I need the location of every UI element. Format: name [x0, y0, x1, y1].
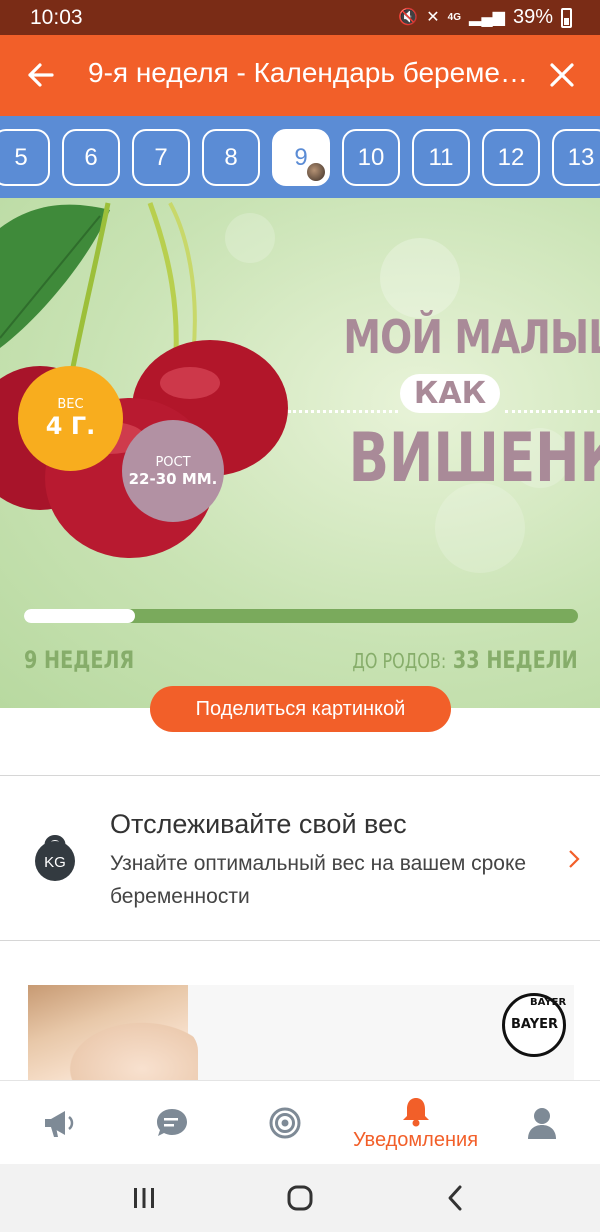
recent-apps-icon [134, 1188, 154, 1208]
home-icon [287, 1185, 313, 1211]
wifi-off-icon: ✕ [426, 8, 440, 26]
mute-icon: 🔇 [398, 8, 419, 26]
nav-chat[interactable] [132, 1081, 212, 1165]
divider [0, 775, 600, 776]
megaphone-icon [45, 1111, 74, 1137]
close-icon [550, 63, 574, 87]
chevron-right-icon [568, 849, 580, 875]
week-tab-10[interactable]: 10 [342, 129, 400, 186]
avatar [306, 162, 326, 182]
week-illustration: ВЕС 4 Г. РОСТ 22-30 ММ. МОЙ МАЛЫШ КАК ВИ… [0, 198, 600, 708]
bell-icon [402, 1097, 429, 1126]
current-week-label: 9 НЕДЕЛЯ [24, 646, 135, 674]
week-tab-9-active[interactable]: 9 [272, 129, 330, 186]
bottom-navigation: Уведомления [0, 1080, 600, 1164]
hero-title-kak: КАК [399, 374, 501, 413]
hero-title: МОЙ МАЛЫШ КАК ВИШЕНКА [320, 310, 600, 498]
chat-icon [157, 1109, 187, 1136]
to-birth-value: 33 НЕДЕЛИ [453, 646, 578, 674]
week-tab-6[interactable]: 6 [62, 129, 120, 186]
nav-notifications-label: Уведомления [352, 1128, 479, 1151]
recent-apps-button[interactable] [124, 1180, 164, 1216]
week-tab-8[interactable]: 8 [202, 129, 260, 186]
status-icons: 🔇 ✕ 4G ▂▄▆ 39% [398, 6, 572, 29]
nav-notifications[interactable]: Уведомления [338, 1081, 493, 1165]
ad-banner[interactable]: BAYER BAYER [28, 985, 574, 1085]
signal-icon: ▂▄▆ [469, 8, 505, 26]
svg-text:KG: KG [44, 854, 66, 871]
status-bar: 10:03 🔇 ✕ 4G ▂▄▆ 39% [0, 0, 600, 35]
week-tab-7[interactable]: 7 [132, 129, 190, 186]
weight-label: ВЕС [57, 397, 84, 412]
kettlebell-icon: KG [35, 835, 75, 881]
to-birth-label: ДО РОДОВ: [352, 649, 447, 673]
weeks-to-birth: ДО РОДОВ: 33 НЕДЕЛИ [353, 646, 578, 674]
hero-title-line3: ВИШЕНКА [348, 419, 600, 498]
app-header: 9-я неделя - Календарь беременности [0, 35, 600, 116]
bayer-logo-vertical: BAYER [530, 997, 567, 1008]
page-title: 9-я неделя - Календарь беременности [88, 57, 528, 88]
close-button[interactable] [540, 53, 584, 97]
weeks-selector: 5 6 7 8 9 10 11 12 13 [0, 116, 600, 198]
system-back-button[interactable] [436, 1180, 476, 1216]
bayer-logo-horizontal: BAYER [511, 1017, 559, 1032]
weight-card-subtitle: Узнайте оптимальный вес на вашем сроке б… [110, 852, 527, 908]
status-time: 10:03 [30, 6, 83, 29]
pregnancy-progress-fill [24, 609, 135, 623]
week-tab-5[interactable]: 5 [0, 129, 50, 186]
share-image-button[interactable]: Поделиться картинкой [150, 686, 451, 732]
divider [0, 940, 600, 941]
week-tab-11[interactable]: 11 [412, 129, 470, 186]
network-type: 4G [447, 12, 462, 23]
height-label: РОСТ [155, 454, 191, 470]
weight-value: 4 Г. [45, 412, 96, 440]
pregnancy-progress-bar [24, 609, 578, 623]
target-icon [269, 1107, 301, 1139]
arrow-left-icon [28, 63, 54, 87]
user-icon [528, 1108, 556, 1139]
battery-percent: 39% [512, 6, 553, 28]
weight-card-title: Отслеживайте свой вес [110, 809, 407, 839]
bayer-logo: BAYER BAYER [502, 993, 566, 1057]
nav-target[interactable] [245, 1081, 325, 1165]
battery-icon [561, 7, 572, 28]
height-bubble: РОСТ 22-30 ММ. [122, 420, 224, 522]
weight-bubble: ВЕС 4 Г. [18, 366, 123, 471]
chevron-left-icon [448, 1185, 462, 1211]
back-button[interactable] [22, 53, 62, 97]
week-tab-13[interactable]: 13 [552, 129, 600, 186]
weight-tracker-card[interactable]: KG Отслеживайте свой вес Узнайте оптимал… [0, 777, 600, 940]
home-button[interactable] [280, 1180, 320, 1216]
nav-profile[interactable] [502, 1081, 582, 1165]
hero-title-line1: МОЙ МАЛЫШ [343, 310, 600, 364]
week-tab-12[interactable]: 12 [482, 129, 540, 186]
system-navigation-bar [0, 1164, 600, 1232]
height-value: 22-30 ММ. [128, 469, 218, 488]
nav-news[interactable] [20, 1081, 100, 1165]
